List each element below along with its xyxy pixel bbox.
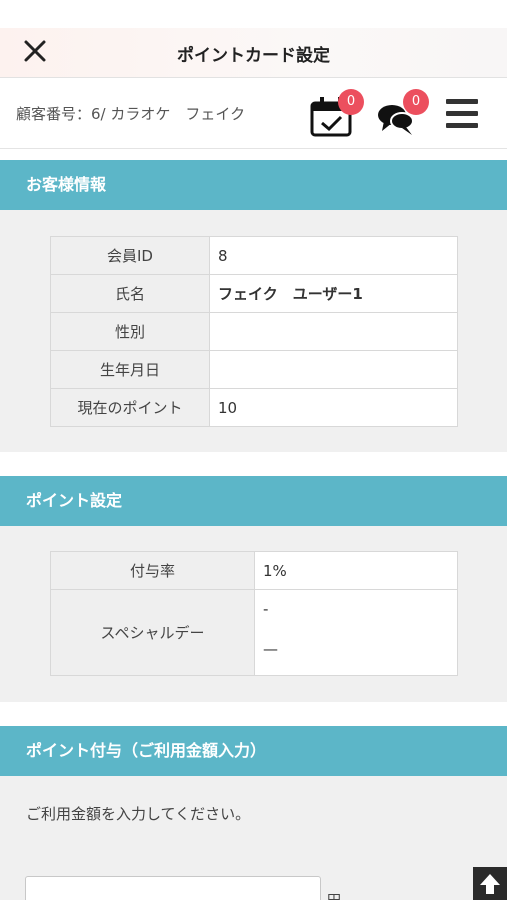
point-settings-heading: ポイント設定 [0, 476, 507, 526]
member-id-label: 会員ID [50, 236, 210, 275]
customer-bar: 顧客番号：6/ カラオケ フェイク 0 0 [0, 79, 507, 149]
calendar-badge: 0 [338, 89, 364, 115]
member-id-value: 8 [209, 236, 458, 275]
point-settings-section: ポイント設定 付与率 1% スペシャルデー - — [0, 476, 507, 702]
customer-number-label: 顧客番号：6/ カラオケ フェイク [16, 105, 246, 123]
gender-value [209, 312, 458, 351]
table-row: 性別 [50, 312, 458, 351]
table-row: 付与率 1% [50, 551, 458, 590]
yen-unit-label: 円 [327, 890, 341, 900]
special-day-line-1: - [263, 599, 269, 618]
menu-button[interactable] [444, 97, 480, 131]
page-title: ポイントカード設定 [177, 46, 330, 66]
point-grant-heading: ポイント付与（ご利用金額入力） [0, 726, 507, 776]
status-strip [0, 0, 507, 28]
name-value: フェイク ユーザー1 [209, 274, 458, 313]
name-label: 氏名 [50, 274, 210, 313]
table-row: スペシャルデー - — [50, 589, 458, 676]
table-row: 生年月日 [50, 350, 458, 389]
customer-info-section: お客様情報 会員ID 8 氏名 フェイク ユーザー1 性別 生年月日 現在のポイ… [0, 160, 507, 452]
customer-info-heading: お客様情報 [0, 160, 507, 210]
special-day-value: - — [254, 589, 458, 676]
chat-button[interactable]: 0 [376, 89, 432, 143]
arrow-up-icon [480, 874, 500, 894]
customer-info-table: 会員ID 8 氏名 フェイク ユーザー1 性別 生年月日 現在のポイント 10 [50, 236, 458, 427]
chat-badge: 0 [403, 89, 429, 115]
title-bar: ポイントカード設定 [0, 28, 507, 78]
table-row: 会員ID 8 [50, 236, 458, 275]
scroll-to-top-button[interactable] [473, 867, 507, 900]
grant-rate-value: 1% [254, 551, 458, 590]
point-settings-table: 付与率 1% スペシャルデー - — [50, 551, 458, 676]
amount-prompt: ご利用金額を入力してください。 [26, 805, 251, 823]
gender-label: 性別 [50, 312, 210, 351]
birthday-label: 生年月日 [50, 350, 210, 389]
table-row: 氏名 フェイク ユーザー1 [50, 274, 458, 313]
birthday-value [209, 350, 458, 389]
grant-rate-label: 付与率 [50, 551, 255, 590]
hamburger-menu-icon [446, 99, 478, 128]
table-row: 現在のポイント 10 [50, 388, 458, 427]
amount-input[interactable] [25, 876, 321, 900]
current-points-label: 現在のポイント [50, 388, 210, 427]
calendar-button[interactable]: 0 [308, 89, 364, 143]
special-day-label: スペシャルデー [50, 589, 255, 676]
special-day-line-2: — [263, 639, 278, 658]
current-points-value: 10 [209, 388, 458, 427]
